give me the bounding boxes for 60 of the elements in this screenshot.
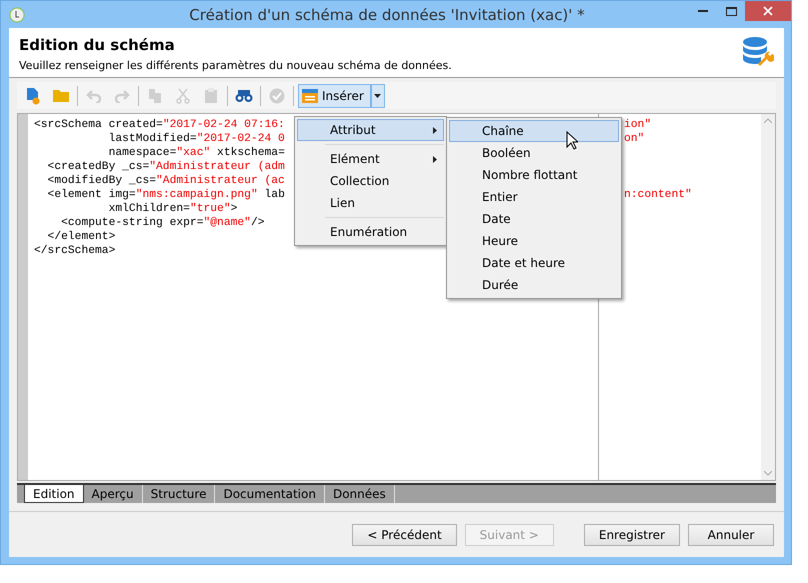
menu-item[interactable]: Heure (449, 230, 619, 252)
code-line: </element> (46, 230, 116, 244)
window-title: Création d'un schéma de données 'Invitation (xac)' * (188, 6, 586, 24)
page-title: Edition du schéma (19, 36, 176, 54)
scroll-up-icon (764, 118, 772, 123)
menu-item[interactable]: Enumération (297, 221, 444, 243)
tab[interactable]: Aperçu (84, 485, 143, 503)
clipboard-icon (204, 88, 218, 104)
tab[interactable]: Structure (142, 485, 216, 503)
code-line: xmlChildren="true"> (108, 202, 238, 216)
caret-icon (374, 94, 382, 98)
code-line: namespace="xac" xtkschema= (108, 146, 285, 160)
code-fragment: on" (624, 133, 644, 145)
menu-item[interactable]: Date (449, 208, 619, 230)
menu-item[interactable]: Attribut (297, 119, 444, 141)
copy-icon (148, 88, 162, 104)
tab[interactable]: Données (324, 485, 395, 503)
menu-item[interactable]: Lien (297, 192, 444, 214)
dialog-button[interactable]: Annuler (688, 524, 774, 546)
menu-item[interactable]: Date et heure (449, 252, 619, 274)
app-icon (9, 6, 25, 22)
code-line: lastModified="2017-02-24 0 (108, 132, 285, 146)
maximize-icon (726, 6, 736, 16)
new-document-icon (25, 86, 41, 104)
menu-item[interactable]: Nombre flottant (449, 164, 619, 186)
code-line: <compute-string expr="@name"/> (60, 216, 265, 230)
menu-item[interactable]: Chaîne (449, 120, 619, 142)
close-button[interactable] (745, 1, 791, 21)
tab[interactable]: Documentation (215, 485, 325, 503)
menu-item[interactable]: Entier (449, 186, 619, 208)
close-icon (763, 6, 773, 16)
undo-icon (86, 88, 102, 102)
code-line: <srcSchema created="2017-02-24 07:16: (34, 118, 285, 132)
scrollbar[interactable] (761, 114, 775, 480)
scissors-icon (176, 88, 190, 104)
code-line: <createdBy _cs="Administrateur (adm (46, 160, 285, 174)
menu-item[interactable]: Booléen (449, 142, 619, 164)
code-line: <modifiedBy _cs="Administrateur (ac (46, 174, 285, 188)
page-subtitle: Veuillez renseigner les différents paramètres du nouveau schéma de données. (19, 59, 453, 72)
database-wrench-icon (742, 36, 774, 68)
code-fragment: n:content" (624, 189, 692, 201)
form-icon (302, 88, 318, 102)
tab[interactable]: Edition (24, 485, 84, 503)
mouse-cursor-icon (566, 131, 578, 150)
code-line: </srcSchema> (34, 244, 116, 258)
dropdown-button[interactable] (370, 84, 385, 108)
dialog-button[interactable]: < Précédent (352, 524, 457, 546)
menu-item[interactable]: Durée (449, 274, 619, 296)
dialog-button[interactable]: Enregistrer (584, 524, 680, 546)
minimize-icon (698, 10, 708, 12)
folder-icon (52, 88, 70, 102)
redo-icon (114, 88, 130, 102)
insert-button[interactable]: Insérer (298, 84, 371, 108)
scroll-down-icon (764, 471, 772, 476)
menu-item[interactable]: Collection (297, 170, 444, 192)
code-line: <element img="nms:campaign.png" lab (46, 188, 285, 202)
menu-item[interactable]: Elément (297, 148, 444, 170)
binoculars-icon (235, 88, 253, 102)
check-circle-icon (269, 88, 285, 104)
code-fragment: ion" (624, 119, 652, 131)
